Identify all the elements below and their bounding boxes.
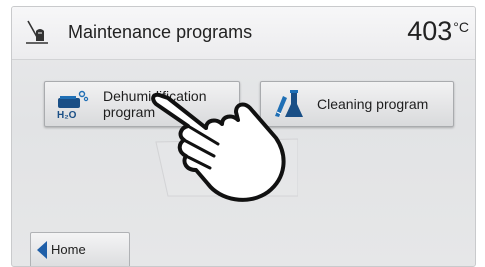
dehumidification-icon: H₂O: [57, 90, 89, 120]
cleaning-program-label: Cleaning program: [317, 96, 429, 112]
temperature-unit: °C: [453, 19, 469, 35]
svg-text:H₂O: H₂O: [57, 110, 77, 120]
pointing-hand-icon: [151, 92, 298, 202]
temperature-readout: 403°C: [407, 16, 469, 47]
page-title: Maintenance programs: [68, 22, 253, 42]
maintenance-icon: [26, 20, 48, 44]
back-arrow-icon: [37, 241, 47, 259]
header-bar: Maintenance programs 403°C: [12, 7, 475, 60]
home-button[interactable]: Home: [30, 232, 130, 266]
home-label: Home: [51, 242, 86, 257]
temperature-value: 403: [407, 16, 453, 46]
